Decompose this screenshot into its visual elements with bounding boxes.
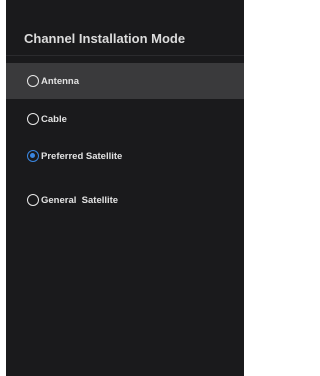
- channel-installation-mode-panel: Channel Installation Mode Antenna Cable …: [6, 0, 244, 376]
- radio-unchecked-icon[interactable]: [27, 75, 39, 87]
- option-general-satellite[interactable]: General Satellite: [6, 182, 244, 218]
- option-antenna[interactable]: Antenna: [6, 63, 244, 99]
- option-cable[interactable]: Cable: [6, 101, 244, 137]
- option-preferred-satellite[interactable]: Preferred Satellite: [6, 138, 244, 174]
- radio-unchecked-icon[interactable]: [27, 113, 39, 125]
- option-label: Cable: [41, 113, 67, 125]
- option-label: Antenna: [41, 75, 79, 87]
- radio-unchecked-icon[interactable]: [27, 194, 39, 206]
- radio-checked-icon[interactable]: [27, 150, 39, 162]
- option-label: Preferred Satellite: [41, 150, 123, 162]
- title-divider: [6, 55, 244, 56]
- option-label: General Satellite: [41, 194, 119, 206]
- panel-title: Channel Installation Mode: [24, 31, 186, 46]
